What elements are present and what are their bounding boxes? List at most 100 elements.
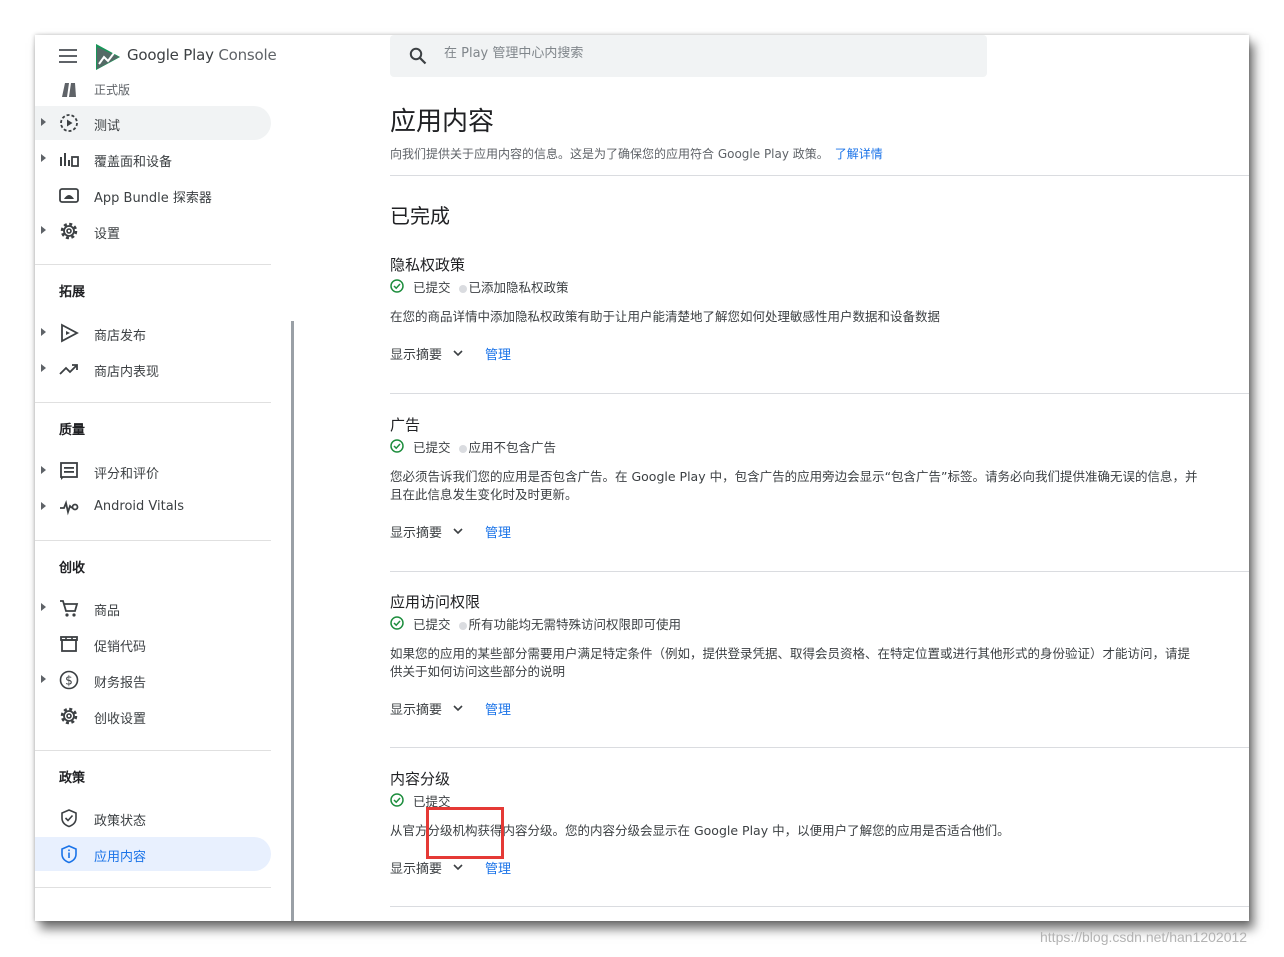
- sidebar-section-policy: 政策: [59, 771, 86, 786]
- chevron-down-icon[interactable]: [452, 861, 464, 873]
- trending-up-icon: [59, 364, 78, 375]
- policy-title: 广告: [390, 416, 421, 434]
- android-bundle-icon: [59, 188, 79, 203]
- policy-card-ads: 广告 已提交 应用不包含广告 您必须告诉我们您的应用是否包含广告。在 Googl…: [390, 414, 1210, 542]
- show-summary-button[interactable]: 显示摘要: [390, 344, 442, 363]
- status-separator-dot: [458, 622, 467, 630]
- learn-more-link[interactable]: 了解详情: [835, 147, 883, 161]
- chevron-down-icon[interactable]: [452, 525, 464, 537]
- sidebar: Google Play Console 正式版 测试 覆盖面和设备 App Bu…: [35, 35, 294, 921]
- sidebar-item-android-vitals[interactable]: Android Vitals: [35, 490, 271, 524]
- sidebar-item-label: 促销代码: [94, 640, 147, 655]
- svg-text:$: $: [65, 674, 73, 688]
- sidebar-item-release[interactable]: 正式版: [35, 79, 271, 97]
- expand-arrow-icon[interactable]: [41, 502, 46, 510]
- policy-title: 应用访问权限: [390, 593, 481, 611]
- sidebar-item-reach-devices[interactable]: 覆盖面和设备: [35, 142, 271, 176]
- sidebar-item-store-performance[interactable]: 商店内表现: [35, 352, 271, 386]
- search-icon[interactable]: [409, 47, 427, 65]
- sidebar-section-quality: 质量: [59, 423, 86, 438]
- section-divider: [390, 175, 1249, 176]
- gear-icon: [60, 222, 78, 240]
- search-bar[interactable]: [390, 35, 987, 77]
- sidebar-item-settings[interactable]: 设置: [35, 214, 271, 248]
- sidebar-item-store-presence[interactable]: 商店发布: [35, 316, 271, 350]
- logo-google-play: Google Play: [127, 46, 214, 64]
- policy-card-app-access: 应用访问权限 已提交 所有功能均无需特殊访问权限即可使用 如果您的应用的某些部分…: [390, 591, 1210, 719]
- sidebar-item-label: 创收设置: [94, 712, 147, 727]
- sidebar-item-label: 政策状态: [94, 814, 147, 829]
- policy-status-detail: 应用不包含广告: [468, 439, 557, 455]
- chevron-down-icon[interactable]: [452, 702, 464, 714]
- sidebar-item-app-content[interactable]: 应用内容: [35, 837, 271, 871]
- sidebar-divider: [35, 750, 271, 751]
- manage-button[interactable]: 管理: [485, 858, 511, 877]
- section-heading-completed: 已完成: [390, 204, 450, 228]
- show-summary-button[interactable]: 显示摘要: [390, 699, 442, 718]
- expand-arrow-icon[interactable]: [41, 154, 46, 162]
- section-divider: [390, 393, 1249, 394]
- check-circle-icon: [390, 439, 404, 453]
- policy-description: 如果您的应用的某些部分需要用户满足特定条件（例如，提供登录凭据、取得会员资格、在…: [390, 646, 1191, 679]
- expand-arrow-icon[interactable]: [41, 675, 46, 683]
- manage-button[interactable]: 管理: [485, 699, 511, 718]
- review-icon: [60, 462, 78, 480]
- sidebar-section-monetize: 创收: [59, 561, 86, 576]
- store-play-icon: [61, 323, 79, 343]
- policy-status-label: 已提交: [413, 439, 451, 455]
- expand-arrow-icon[interactable]: [41, 226, 46, 234]
- show-summary-button[interactable]: 显示摘要: [390, 522, 442, 541]
- vitals-icon: [60, 499, 79, 516]
- sidebar-divider: [35, 264, 271, 265]
- sidebar-item-testing[interactable]: 测试: [35, 106, 271, 140]
- policy-status-detail: 所有功能均无需特殊访问权限即可使用: [468, 616, 682, 632]
- sidebar-item-label: App Bundle 探索器: [94, 191, 212, 206]
- play-console-logo-text: Google Play Console: [127, 46, 277, 64]
- play-console-logo-icon: [96, 44, 120, 70]
- sidebar-item-products[interactable]: 商品: [35, 591, 271, 625]
- policy-description: 在您的商品详情中添加隐私权政策有助于让用户能清楚地了解您如何处理敏感性用户数据和…: [390, 309, 941, 324]
- sidebar-item-label: Android Vitals: [94, 499, 185, 514]
- status-separator-dot: [458, 285, 467, 293]
- menu-icon[interactable]: [59, 49, 77, 63]
- sidebar-item-monetization-settings[interactable]: 创收设置: [35, 699, 271, 733]
- expand-arrow-icon[interactable]: [41, 603, 46, 611]
- section-divider: [390, 906, 1249, 907]
- gear-icon: [60, 707, 78, 725]
- section-divider: [390, 747, 1249, 748]
- policy-actions: 显示摘要 管理: [390, 858, 1210, 878]
- section-divider: [390, 571, 1249, 572]
- shield-check-icon: [61, 809, 77, 828]
- check-circle-icon: [390, 279, 404, 293]
- manage-button[interactable]: 管理: [485, 344, 511, 363]
- policy-title: 隐私权政策: [390, 256, 466, 274]
- cart-icon: [60, 600, 79, 617]
- watermark: https://blog.csdn.net/han1202012: [1040, 929, 1248, 945]
- status-separator-dot: [458, 445, 467, 453]
- release-icon: [62, 83, 76, 97]
- sidebar-item-policy-status[interactable]: 政策状态: [35, 801, 271, 835]
- chevron-down-icon[interactable]: [452, 347, 464, 359]
- expand-arrow-icon[interactable]: [41, 118, 46, 126]
- policy-status-label: 已提交: [413, 279, 451, 295]
- expand-arrow-icon[interactable]: [41, 466, 46, 474]
- policy-card-privacy: 隐私权政策 已提交 已添加隐私权政策 在您的商品详情中添加隐私权政策有助于让用户…: [390, 254, 1210, 364]
- expand-arrow-icon[interactable]: [41, 328, 46, 336]
- sidebar-item-label: 测试: [94, 119, 121, 134]
- policy-status: 已提交 应用不包含广告: [390, 438, 1210, 455]
- sidebar-item-ratings-reviews[interactable]: 评分和评价: [35, 454, 271, 488]
- sidebar-item-app-bundle-explorer[interactable]: App Bundle 探索器: [35, 178, 271, 212]
- expand-arrow-icon[interactable]: [41, 364, 46, 372]
- page: Google Play Console 正式版 测试 覆盖面和设备 App Bu…: [0, 0, 1284, 957]
- sidebar-item-label: 财务报告: [94, 676, 147, 691]
- sidebar-item-promo-codes[interactable]: 促销代码: [35, 627, 271, 661]
- check-circle-icon: [390, 616, 404, 630]
- manage-button[interactable]: 管理: [485, 522, 511, 541]
- sidebar-item-label: 商店内表现: [94, 365, 160, 380]
- search-input[interactable]: [444, 46, 944, 61]
- main-content: 应用内容 向我们提供关于应用内容的信息。这是为了确保您的应用符合 Google …: [293, 35, 1249, 921]
- show-summary-button[interactable]: 显示摘要: [390, 858, 442, 877]
- sidebar-item-financial-reports[interactable]: $ 财务报告: [35, 663, 271, 697]
- play-console-window: Google Play Console 正式版 测试 覆盖面和设备 App Bu…: [35, 35, 1249, 921]
- sidebar-section-grow: 拓展: [59, 285, 86, 300]
